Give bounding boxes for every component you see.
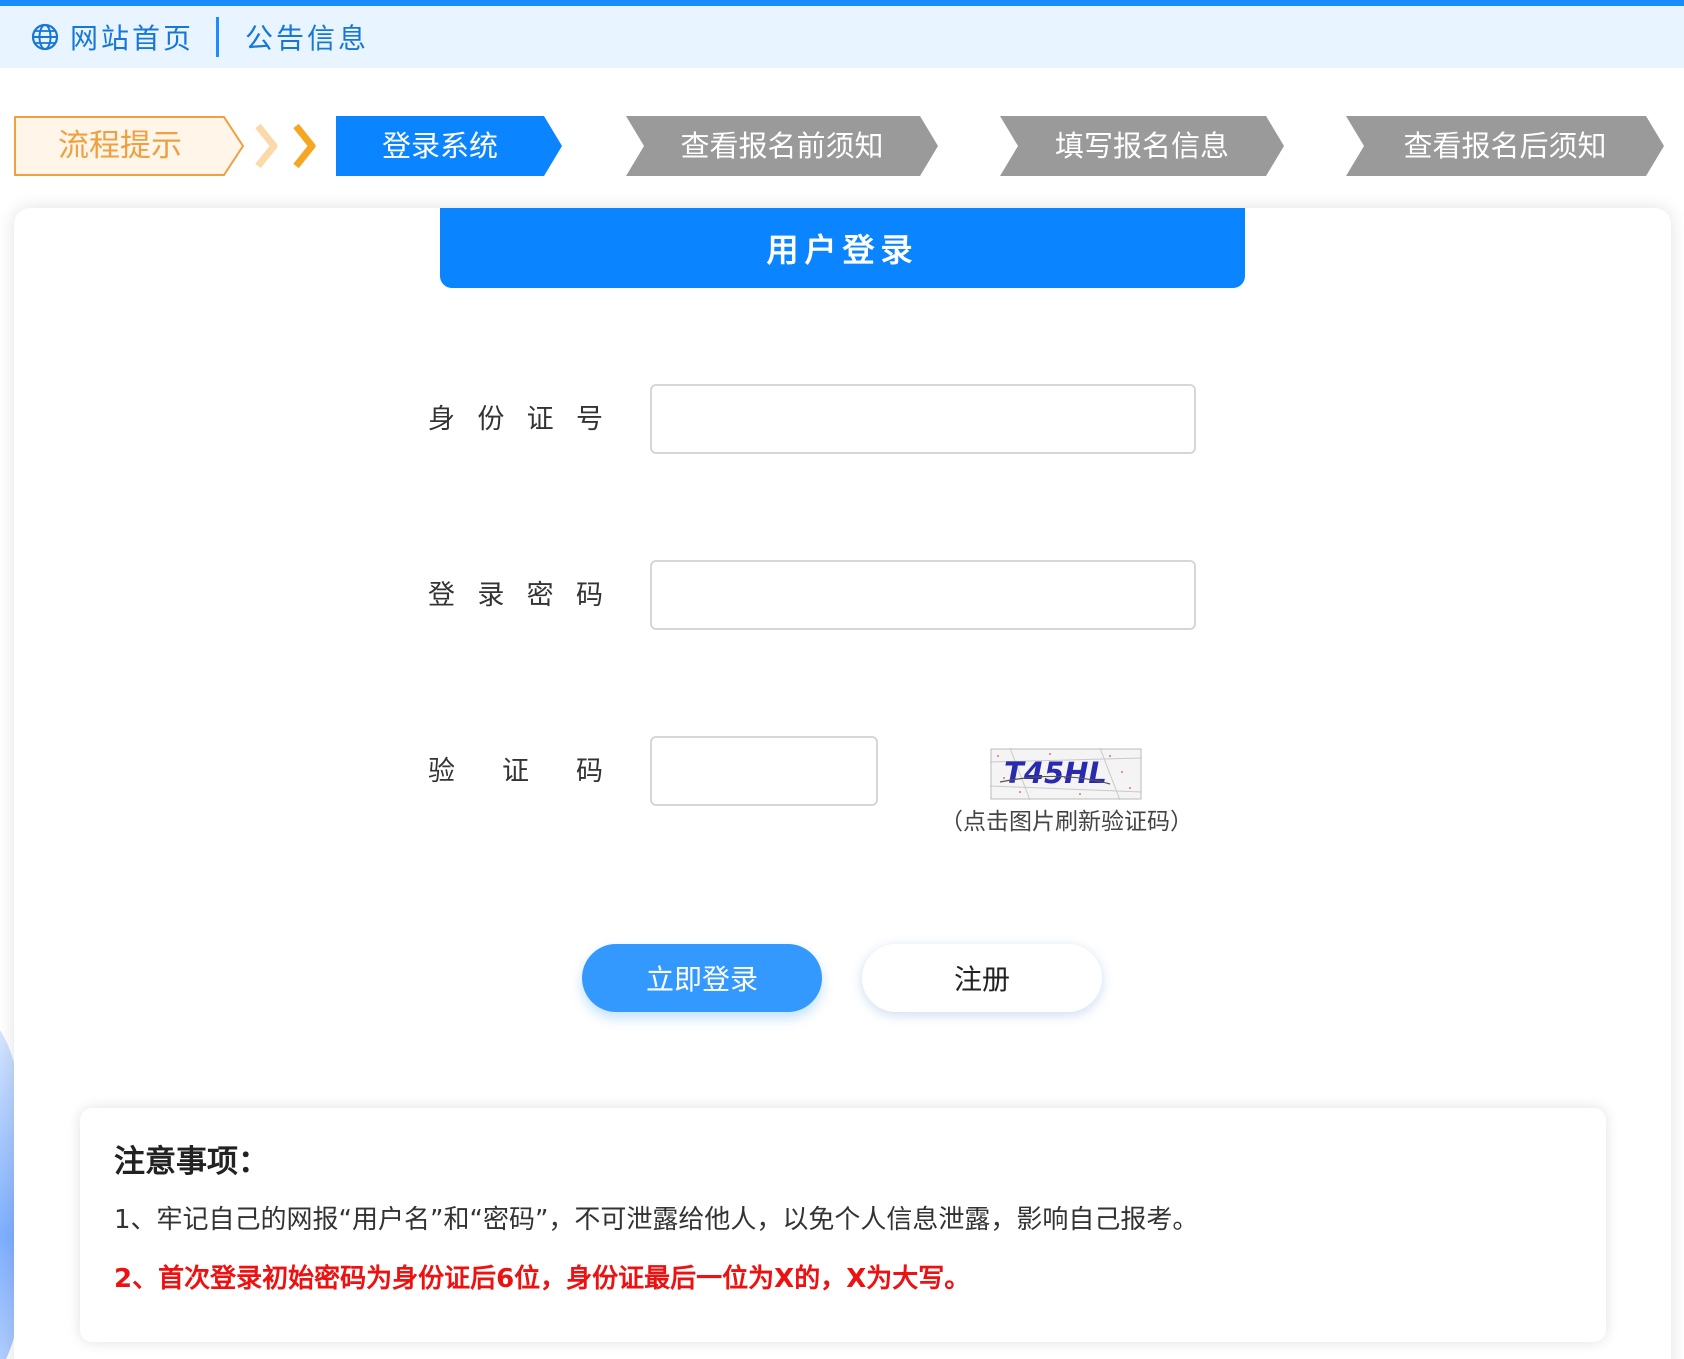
step-post-notice: 查看报名后须知 <box>1346 116 1666 176</box>
register-button[interactable]: 注册 <box>862 944 1102 1012</box>
nav-home-link[interactable]: 网站首页 <box>30 17 194 57</box>
captcha-input[interactable] <box>650 736 878 806</box>
step-fill-info-label: 填写报名信息 <box>1054 129 1229 163</box>
top-nav-bar: 网站首页 公告信息 <box>0 6 1684 68</box>
nav-notice-link[interactable]: 公告信息 <box>245 17 369 57</box>
notice-box: 注意事项： 1、牢记自己的网报“用户名”和“密码”，不可泄露给他人，以免个人信息… <box>80 1108 1606 1342</box>
nav-notice-label: 公告信息 <box>245 22 370 55</box>
step-login-label: 登录系统 <box>381 129 498 163</box>
password-label: 登录密码 <box>428 580 603 611</box>
password-input[interactable] <box>650 560 1196 630</box>
notice-item: 1、牢记自己的网报“用户名”和“密码”，不可泄露给他人，以免个人信息泄露，影响自… <box>114 1205 1199 1235</box>
id-number-label: 身份证号 <box>428 404 603 435</box>
step-pre-notice-label: 查看报名前须知 <box>680 129 884 163</box>
id-number-input[interactable] <box>650 384 1196 454</box>
step-hint: 流程提示 <box>14 116 245 176</box>
step-hint-label: 流程提示 <box>58 128 182 164</box>
step-post-notice-label: 查看报名后须知 <box>1403 129 1607 163</box>
step-pre-notice: 查看报名前须知 <box>626 116 940 176</box>
process-steps: 流程提示 登录系统 查看报名前须知 填写报名信息 查看报名后须知 <box>0 116 1684 176</box>
step-login: 登录系统 <box>336 116 564 176</box>
notice-warning: 2、首次登录初始密码为身份证后6位，身份证最后一位为X的，X为大写。 <box>114 1264 971 1294</box>
notice-title: 注意事项： <box>114 1144 269 1180</box>
globe-icon <box>31 23 59 51</box>
captcha-refresh-tip: （点击图片刷新验证码） <box>940 809 1193 835</box>
captcha-label: 验证码 <box>428 756 603 787</box>
step-fill-info: 填写报名信息 <box>1000 116 1286 176</box>
nav-home-label: 网站首页 <box>70 22 195 55</box>
chevron-right-icon <box>255 123 316 169</box>
nav-divider <box>216 17 220 57</box>
captcha-text: T45HL <box>1004 756 1107 790</box>
login-button[interactable]: 立即登录 <box>582 944 822 1012</box>
login-title: 用户登录 <box>440 208 1245 288</box>
captcha-image[interactable]: T45HL <box>990 748 1142 800</box>
